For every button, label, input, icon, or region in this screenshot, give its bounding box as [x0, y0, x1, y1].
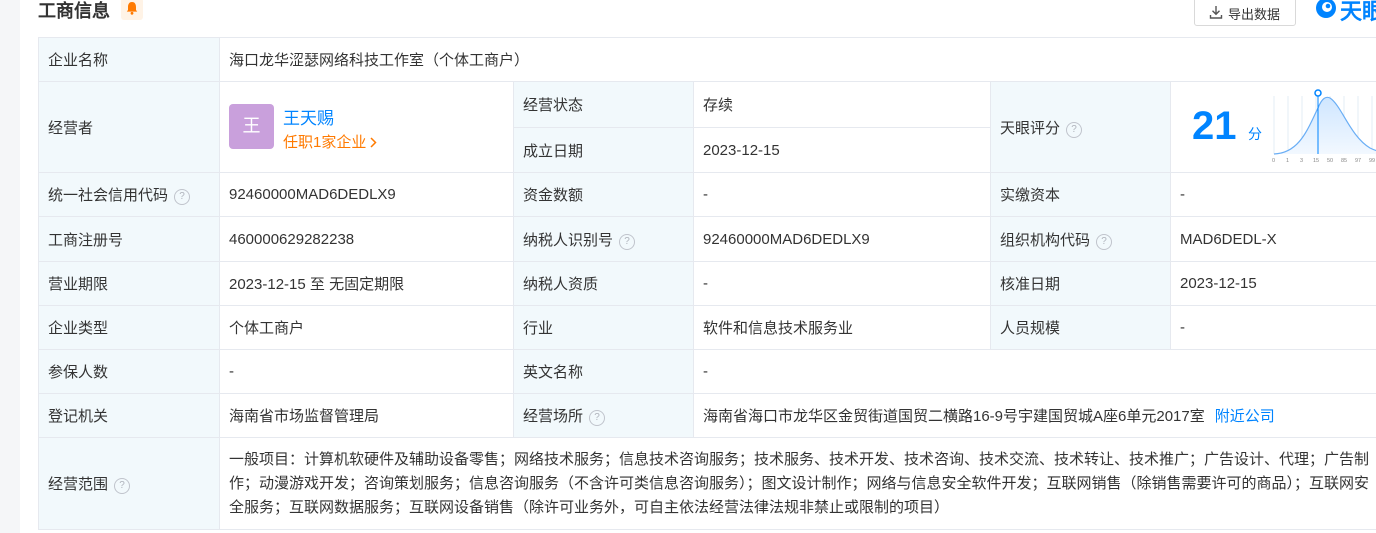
tianyan-score-cell[interactable]: 21 分 0 1 3 15 50 85 97 99 [1169, 81, 1376, 173]
avatar[interactable]: 王 [229, 104, 274, 149]
help-icon[interactable]: ? [589, 410, 606, 426]
operator-companies-text: 任职1家企业 [283, 134, 367, 151]
brand-name: 天眼 [1340, 0, 1376, 24]
status-value: 存续 [693, 81, 991, 128]
help-icon[interactable]: ? [619, 233, 636, 250]
score-distribution-chart: 0 1 3 15 50 85 97 99 [1272, 89, 1376, 164]
taxpayer-id-value: 92460000MAD6DEDLX9 [693, 216, 991, 262]
reg-authority-value: 海南省市场监督管理局 [219, 393, 514, 438]
axis-tick: 85 [1341, 158, 1347, 164]
taxpayer-id-label-cell: 纳税人识别号? [513, 216, 694, 262]
help-icon[interactable]: ? [114, 478, 131, 494]
scope-label: 经营范围 [48, 476, 109, 493]
approve-date-value: 2023-12-15 [1169, 261, 1376, 306]
english-name-value: - [692, 349, 1376, 394]
period-label: 营业期限 [38, 261, 220, 306]
help-icon[interactable]: ? [1096, 233, 1113, 250]
company-type-value: 个体工商户 [219, 305, 514, 350]
industry-value: 软件和信息技术服务业 [693, 305, 991, 350]
axis-tick: 15 [1313, 158, 1319, 164]
table-row: 登记机关 海南省市场监督管理局 经营场所? 海南省海口市龙华区金贸街道国贸二横路… [38, 393, 1376, 438]
axis-tick: 50 [1327, 158, 1333, 164]
help-icon[interactable]: ? [1066, 121, 1083, 138]
axis-tick: 97 [1355, 158, 1361, 164]
section-header: 工商信息 导出数据 天眼 [38, 0, 1376, 30]
tianyan-score-label-cell: 天眼评分? [990, 81, 1171, 173]
nearby-companies-link[interactable]: 附近公司 [1215, 408, 1275, 425]
company-name-value: 海口龙华涩瑟网络科技工作室（个体工商户） [218, 37, 1376, 82]
operator-label: 经营者 [38, 81, 220, 173]
operator-name-link[interactable]: 王天赐 [283, 104, 334, 129]
tianyan-logo-icon [1316, 0, 1336, 18]
org-code-value: MAD6DEDL-X [1169, 216, 1376, 262]
credit-code-value: 92460000MAD6DEDLX9 [219, 172, 514, 217]
table-row: 企业名称 海口龙华涩瑟网络科技工作室（个体工商户） [38, 37, 1376, 82]
address-label-cell: 经营场所? [513, 393, 694, 438]
approve-date-label: 核准日期 [990, 261, 1171, 306]
scope-value: 一般项目：计算机软硬件及辅助设备零售；网络技术服务；信息技术咨询服务；技术服务、… [218, 437, 1376, 530]
tianyan-score-label: 天眼评分 [1000, 119, 1061, 137]
tianyan-score-value: 21 [1192, 104, 1237, 148]
reg-authority-label: 登记机关 [38, 393, 220, 438]
taxpayer-id-label: 纳税人识别号 [523, 231, 614, 249]
english-name-label: 英文名称 [513, 349, 694, 394]
table-row: 参保人数 - 英文名称 - [38, 349, 1376, 394]
credit-code-label: 统一社会信用代码 [48, 187, 169, 204]
export-data-label: 导出数据 [1228, 7, 1281, 22]
tianyan-score-unit: 分 [1248, 126, 1262, 142]
capital-label: 资金数额 [513, 172, 694, 217]
reg-no-label: 工商注册号 [38, 216, 220, 262]
taxpayer-qual-label: 纳税人资质 [513, 261, 694, 306]
period-value: 2023-12-15 至 无固定期限 [219, 261, 514, 306]
credit-code-label-cell: 统一社会信用代码? [38, 172, 220, 217]
staff-size-value: - [1169, 305, 1376, 350]
company-name-label: 企业名称 [38, 37, 220, 82]
section-title: 工商信息 [38, 1, 110, 21]
reg-no-value: 460000629282238 [219, 216, 514, 262]
org-code-label-cell: 组织机构代码? [990, 216, 1171, 262]
status-label: 经营状态 [513, 81, 694, 128]
org-code-label: 组织机构代码 [1000, 231, 1091, 249]
download-icon [1209, 6, 1223, 19]
table-row: 工商注册号 460000629282238 纳税人识别号? 92460000MA… [38, 216, 1376, 262]
business-info-table: 企业名称 海口龙华涩瑟网络科技工作室（个体工商户） 经营者 王 王天赐 任职1家… [38, 37, 1376, 530]
staff-size-label: 人员规模 [990, 305, 1171, 350]
taxpayer-qual-value: - [693, 261, 991, 306]
insured-label: 参保人数 [38, 349, 220, 394]
found-date-label: 成立日期 [513, 127, 694, 173]
insured-value: - [219, 349, 514, 394]
paid-capital-label: 实缴资本 [990, 172, 1171, 217]
found-date-value: 2023-12-15 [693, 127, 991, 173]
table-row: 经营者 王 王天赐 任职1家企业 经营状态 存续 天眼评分? 21 分 0 1 … [38, 81, 1376, 173]
address-cell: 海南省海口市龙华区金贸街道国贸二横路16-9号宇建国贸城A座6单元2017室 附近… [692, 393, 1376, 438]
address-value: 海南省海口市龙华区金贸街道国贸二横路16-9号宇建国贸城A座6单元2017室 [703, 408, 1205, 425]
axis-tick: 3 [1300, 158, 1303, 164]
table-row: 统一社会信用代码? 92460000MAD6DEDLX9 资金数额 - 实缴资本… [38, 172, 1376, 217]
scope-label-cell: 经营范围? [38, 437, 220, 530]
address-label: 经营场所 [523, 408, 584, 425]
table-row: 营业期限 2023-12-15 至 无固定期限 纳税人资质 - 核准日期 202… [38, 261, 1376, 306]
axis-tick: 99 [1369, 158, 1375, 164]
company-type-label: 企业类型 [38, 305, 220, 350]
left-gutter [0, 0, 20, 533]
chevron-right-icon [370, 137, 377, 148]
capital-value: - [693, 172, 991, 217]
table-row: 企业类型 个体工商户 行业 软件和信息技术服务业 人员规模 - [38, 305, 1376, 350]
bell-icon[interactable] [121, 0, 143, 20]
export-data-button[interactable]: 导出数据 [1194, 0, 1296, 26]
help-icon[interactable]: ? [174, 189, 191, 205]
axis-tick: 0 [1272, 158, 1275, 164]
table-row: 经营范围? 一般项目：计算机软硬件及辅助设备零售；网络技术服务；信息技术咨询服务… [38, 437, 1376, 530]
operator-companies-link[interactable]: 任职1家企业 [283, 131, 378, 152]
operator-cell: 王 王天赐 任职1家企业 [219, 81, 514, 173]
axis-tick: 1 [1286, 158, 1289, 164]
industry-label: 行业 [513, 305, 694, 350]
paid-capital-value: - [1169, 172, 1376, 217]
